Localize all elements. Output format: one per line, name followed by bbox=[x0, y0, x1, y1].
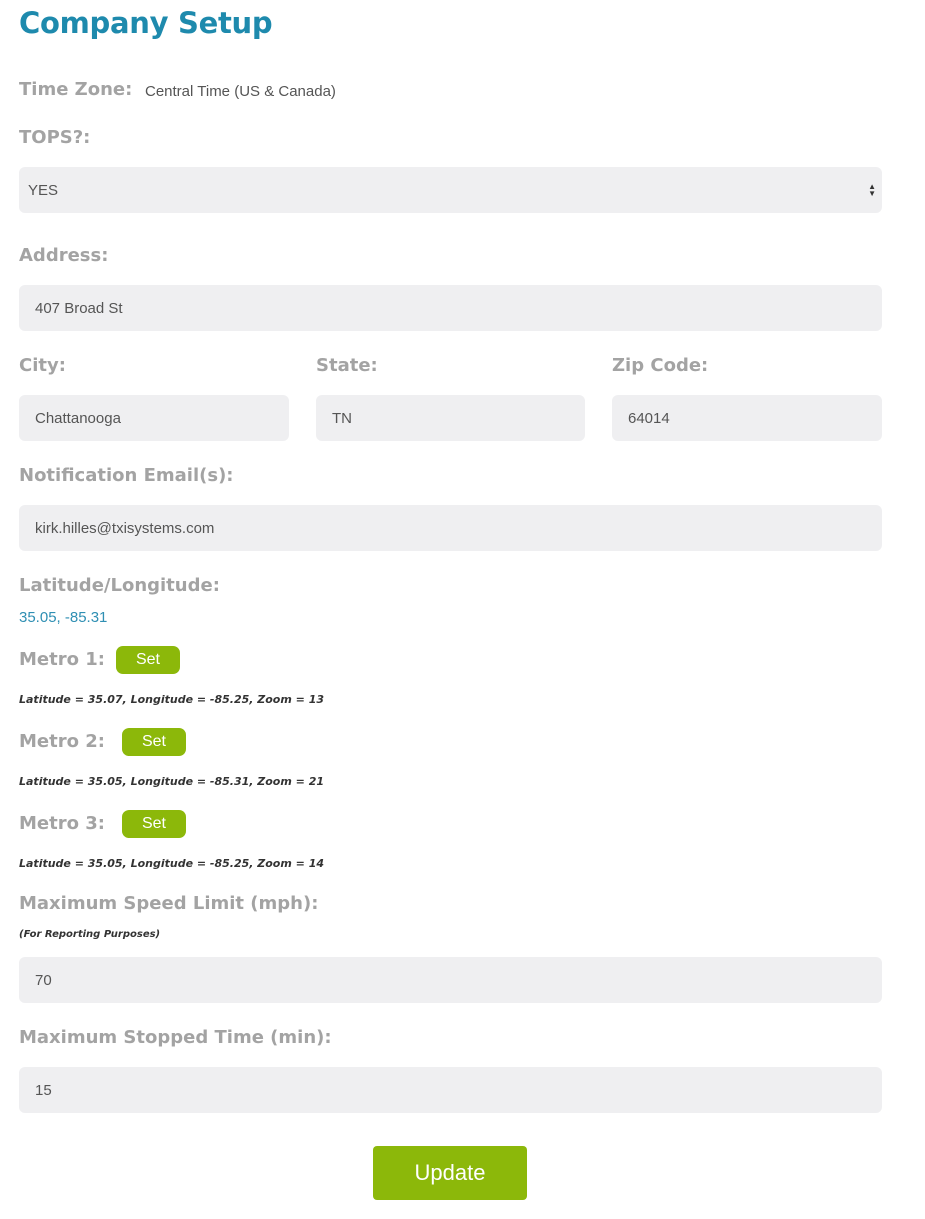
metro-1-label: Metro 1: bbox=[19, 649, 105, 670]
max-speed-label: Maximum Speed Limit (mph): bbox=[19, 893, 319, 914]
latlng-value: 35.05, -85.31 bbox=[19, 609, 108, 626]
max-speed-note: (For Reporting Purposes) bbox=[19, 929, 161, 940]
notification-email-label: Notification Email(s): bbox=[19, 465, 234, 486]
metro-2-set-button[interactable]: Set bbox=[122, 728, 186, 756]
notification-email-input[interactable]: kirk.hilles@txisystems.com bbox=[19, 505, 882, 551]
zip-label: Zip Code: bbox=[612, 355, 709, 376]
metro-1-set-button[interactable]: Set bbox=[116, 646, 180, 674]
metro-3-label: Metro 3: bbox=[19, 813, 105, 834]
state-input[interactable]: TN bbox=[316, 395, 585, 441]
address-label: Address: bbox=[19, 245, 109, 266]
city-input[interactable]: Chattanooga bbox=[19, 395, 289, 441]
update-button[interactable]: Update bbox=[373, 1146, 527, 1200]
page-title: Company Setup bbox=[19, 6, 273, 40]
tops-label: TOPS?: bbox=[19, 127, 91, 148]
tops-selected-value: YES bbox=[28, 181, 59, 199]
max-speed-input[interactable]: 70 bbox=[19, 957, 882, 1003]
city-label: City: bbox=[19, 355, 66, 376]
metro-3-info: Latitude = 35.05, Longitude = -85.25, Zo… bbox=[19, 857, 325, 870]
zip-input[interactable]: 64014 bbox=[612, 395, 882, 441]
tops-select[interactable]: YES ▲ ▼ bbox=[19, 167, 882, 213]
address-input[interactable]: 407 Broad St bbox=[19, 285, 882, 331]
metro-2-label: Metro 2: bbox=[19, 731, 105, 752]
metro-1-info: Latitude = 35.07, Longitude = -85.25, Zo… bbox=[19, 693, 325, 706]
max-stopped-label: Maximum Stopped Time (min): bbox=[19, 1027, 332, 1048]
metro-2-info: Latitude = 35.05, Longitude = -85.31, Zo… bbox=[19, 775, 325, 788]
state-label: State: bbox=[316, 355, 378, 376]
sort-arrows-icon: ▲ ▼ bbox=[868, 182, 876, 198]
max-stopped-input[interactable]: 15 bbox=[19, 1067, 882, 1113]
latlng-label: Latitude/Longitude: bbox=[19, 575, 220, 596]
time-zone-value: Central Time (US & Canada) bbox=[145, 83, 336, 100]
time-zone-label: Time Zone: bbox=[19, 79, 133, 100]
metro-3-set-button[interactable]: Set bbox=[122, 810, 186, 838]
